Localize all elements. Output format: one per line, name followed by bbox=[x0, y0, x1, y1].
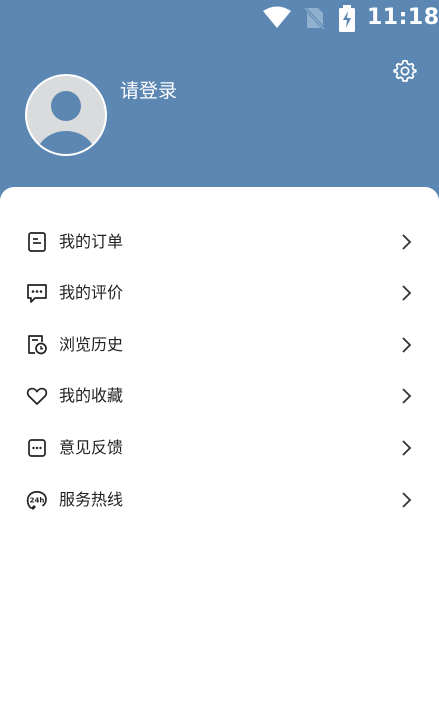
svg-text:24h: 24h bbox=[30, 497, 45, 505]
comment-icon bbox=[27, 284, 47, 303]
history-icon bbox=[28, 335, 47, 355]
chevron-right-icon bbox=[402, 388, 412, 404]
menu-item-hotline[interactable]: 24h 服务热线 bbox=[0, 475, 439, 525]
menu-item-reviews[interactable]: 我的评价 bbox=[0, 268, 439, 318]
menu-item-label: 意见反馈 bbox=[59, 438, 124, 457]
heart-icon bbox=[26, 387, 48, 405]
wifi-icon bbox=[263, 6, 291, 28]
chevron-right-icon bbox=[402, 285, 412, 301]
settings-gear-icon[interactable] bbox=[392, 58, 418, 84]
menu-panel: 我的订单 我的评价 浏览历史 我的收藏 意见反馈 24h 服务热线 bbox=[0, 187, 439, 723]
menu-item-label: 我的评价 bbox=[59, 283, 124, 302]
profile-header: 11:18 请登录 bbox=[0, 0, 439, 215]
menu-item-history[interactable]: 浏览历史 bbox=[0, 320, 439, 370]
order-icon bbox=[28, 232, 46, 252]
hotline-24h-icon: 24h bbox=[26, 491, 47, 510]
chevron-right-icon bbox=[402, 234, 412, 250]
menu-item-label: 我的订单 bbox=[59, 232, 124, 251]
menu-item-label: 我的收藏 bbox=[59, 386, 124, 405]
login-link[interactable]: 请登录 bbox=[120, 76, 177, 103]
no-sim-icon bbox=[303, 6, 325, 30]
menu-item-label: 服务热线 bbox=[59, 490, 124, 509]
chevron-right-icon bbox=[402, 337, 412, 353]
chevron-right-icon bbox=[402, 492, 412, 508]
battery-charging-icon bbox=[339, 5, 355, 32]
chevron-right-icon bbox=[402, 440, 412, 456]
avatar[interactable] bbox=[24, 73, 108, 157]
menu-item-favorites[interactable]: 我的收藏 bbox=[0, 371, 439, 421]
menu-item-orders[interactable]: 我的订单 bbox=[0, 217, 439, 267]
status-bar: 11:18 bbox=[0, 0, 439, 36]
feedback-icon bbox=[28, 439, 46, 457]
status-time: 11:18 bbox=[367, 5, 439, 30]
menu-item-feedback[interactable]: 意见反馈 bbox=[0, 423, 439, 473]
menu-item-label: 浏览历史 bbox=[59, 335, 124, 354]
